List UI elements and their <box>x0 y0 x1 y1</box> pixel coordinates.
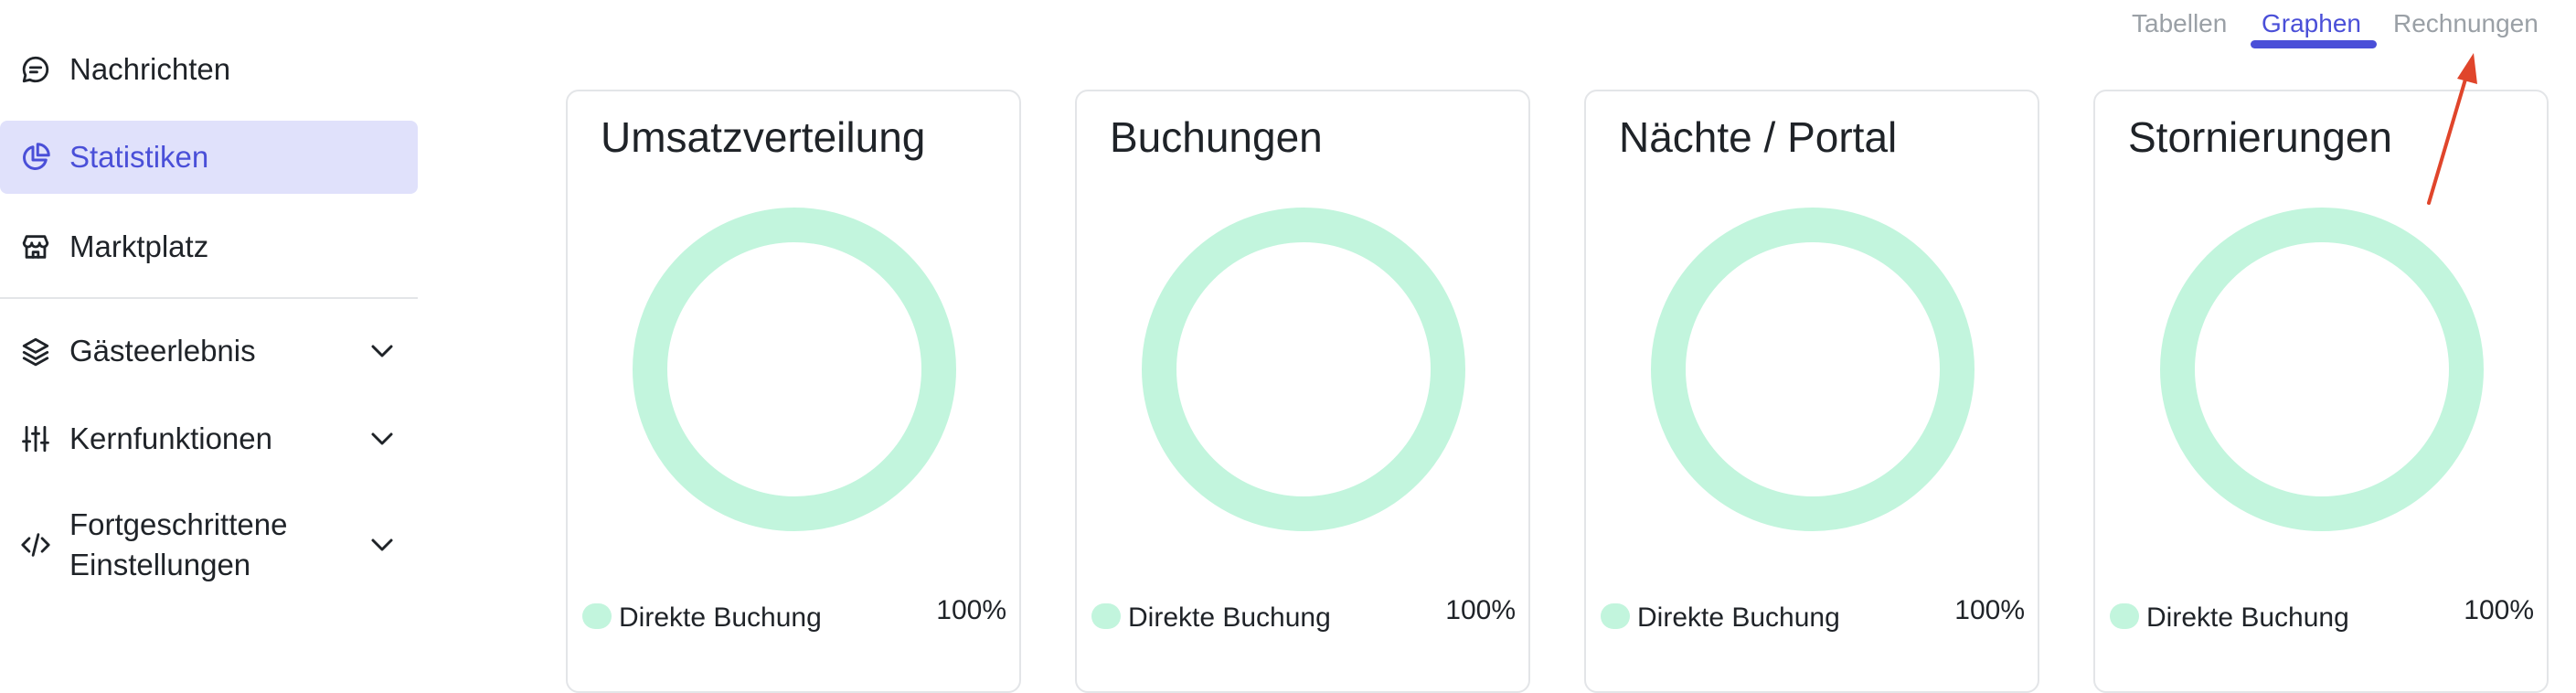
card-title: Stornierungen <box>2128 113 2392 161</box>
pie-chart-icon <box>18 140 53 175</box>
sidebar: Nachrichten Statistiken Marktplatz Gäste… <box>0 0 418 671</box>
sidebar-item-label: Marktplatz <box>69 229 209 263</box>
sidebar-item-nachrichten[interactable]: Nachrichten <box>0 49 418 90</box>
code-icon <box>18 528 53 562</box>
sidebar-item-marktplatz[interactable]: Marktplatz <box>0 227 418 267</box>
donut-chart <box>2160 208 2484 531</box>
chevron-down-icon[interactable] <box>367 423 398 454</box>
chevron-down-icon[interactable] <box>367 529 398 560</box>
tab-tabellen[interactable]: Tabellen <box>2132 7 2227 40</box>
view-tabs: Tabellen Graphen Rechnungen <box>2102 0 2560 51</box>
card-title: Umsatzverteilung <box>601 113 926 161</box>
card-title: Nächte / Portal <box>1619 113 1898 161</box>
sidebar-item-label: Statistiken <box>69 140 209 174</box>
sliders-icon <box>18 421 53 456</box>
chart-card-stornierungen: Stornierungen Direkte Buchung 100% <box>2093 90 2549 693</box>
sidebar-item-label: Kernfunktionen <box>69 421 272 455</box>
donut-ring <box>633 208 956 531</box>
legend-label: Direkte Buchung <box>619 602 822 633</box>
legend-value: 100% <box>1445 595 1516 625</box>
sidebar-item-kernfunktionen[interactable]: Kernfunktionen <box>0 419 418 459</box>
donut-ring <box>2160 208 2484 531</box>
donut-ring <box>1651 208 1975 531</box>
active-tab-indicator <box>2251 40 2377 48</box>
card-title: Buchungen <box>1110 113 1323 161</box>
sidebar-item-label: Nachrichten <box>69 52 231 86</box>
sidebar-item-label-line1: Fortgeschrittene <box>69 507 288 541</box>
tab-graphen[interactable]: Graphen <box>2262 7 2361 40</box>
donut-chart <box>1142 208 1465 531</box>
donut-chart <box>1651 208 1975 531</box>
sidebar-item-fortgeschrittene-einstellungen[interactable]: Fortgeschrittene Einstellungen <box>0 505 418 585</box>
legend-value: 100% <box>2464 595 2534 625</box>
legend-label: Direkte Buchung <box>2146 602 2349 633</box>
legend-label: Direkte Buchung <box>1637 602 1840 633</box>
sidebar-item-label-line2: Einstellungen <box>69 548 251 581</box>
sidebar-item-gaesteerlebnis[interactable]: Gästeerlebnis <box>0 331 418 371</box>
legend-value: 100% <box>1954 595 2025 625</box>
store-icon <box>18 229 53 264</box>
legend-swatch <box>582 603 612 629</box>
chevron-down-icon[interactable] <box>367 336 398 367</box>
sidebar-divider <box>0 297 418 299</box>
donut-ring <box>1142 208 1465 531</box>
sidebar-item-statistiken[interactable]: Statistiken <box>0 121 418 194</box>
tab-rechnungen[interactable]: Rechnungen <box>2393 7 2539 40</box>
chart-card-naechte-portal: Nächte / Portal Direkte Buchung 100% <box>1584 90 2039 693</box>
chart-card-umsatzverteilung: Umsatzverteilung Direkte Buchung 100% <box>566 90 1021 693</box>
legend-swatch <box>2110 603 2139 629</box>
chat-icon <box>18 52 53 87</box>
layers-icon <box>18 334 53 368</box>
legend-value: 100% <box>936 595 1006 625</box>
legend-swatch <box>1091 603 1121 629</box>
sidebar-item-label: Gästeerlebnis <box>69 334 256 368</box>
legend-label: Direkte Buchung <box>1128 602 1331 633</box>
chart-card-buchungen: Buchungen Direkte Buchung 100% <box>1075 90 1530 693</box>
donut-chart <box>633 208 956 531</box>
legend-swatch <box>1601 603 1630 629</box>
